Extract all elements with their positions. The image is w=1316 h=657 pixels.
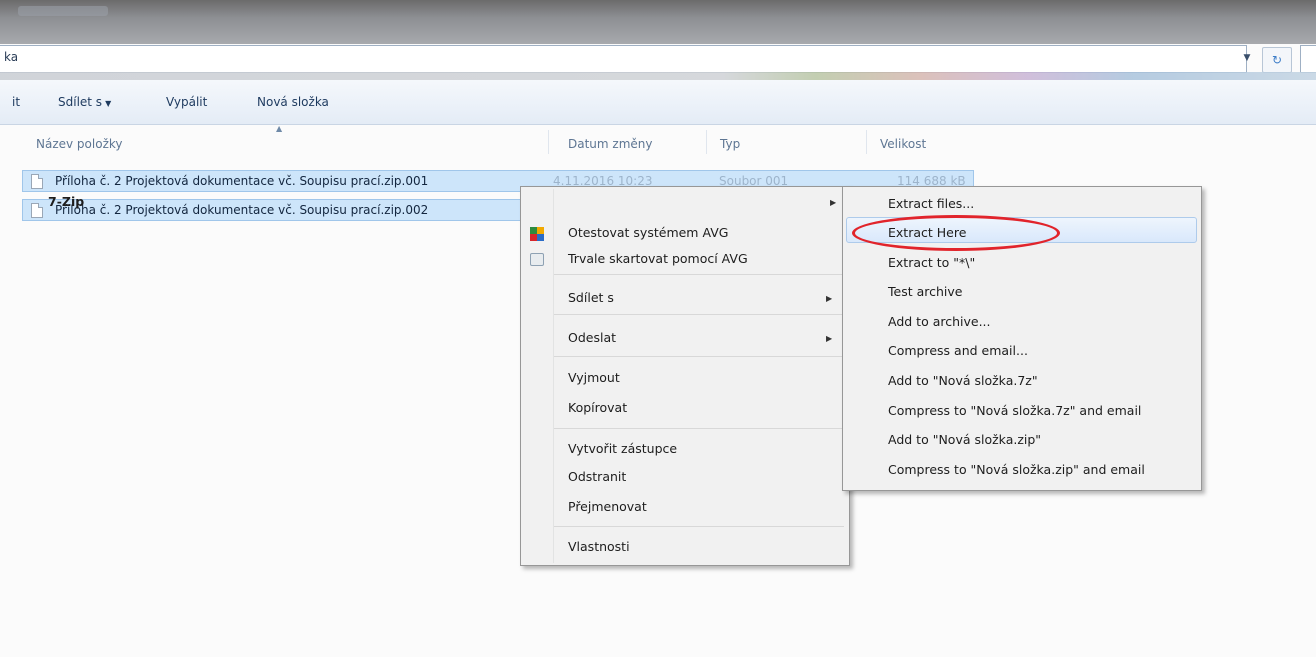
submenu-arrow-icon: ▶ [830, 198, 837, 207]
menu-item-avg-shred[interactable]: Trvale skartovat pomocí AVG [568, 251, 748, 266]
file-name: Příloha č. 2 Projektová dokumentace vč. … [55, 203, 429, 217]
menu-separator [554, 356, 844, 357]
submenu-item-compress-7z-email[interactable]: Compress to "Nová složka.7z" and email [888, 403, 1141, 418]
chevron-down-icon: ▼ [105, 99, 112, 108]
menu-item-properties[interactable]: Vlastnosti [568, 539, 630, 554]
avg-icon [530, 227, 544, 241]
column-header-size[interactable]: Velikost [880, 137, 926, 151]
submenu-item-extract-files[interactable]: Extract files... [888, 196, 974, 211]
background-strip [0, 72, 1316, 80]
title-bar-tab [18, 6, 108, 16]
menu-item-share-with[interactable]: Sdílet s [568, 290, 614, 305]
menu-item-rename[interactable]: Přejmenovat [568, 499, 647, 514]
column-divider[interactable] [866, 130, 867, 154]
menu-item-copy[interactable]: Kopírovat [568, 400, 627, 415]
share-with-label: Sdílet s [58, 95, 103, 109]
file-name: Příloha č. 2 Projektová dokumentace vč. … [55, 174, 429, 188]
submenu-item-add-zip[interactable]: Add to "Nová složka.zip" [888, 432, 1041, 447]
file-icon [31, 174, 43, 189]
submenu-item-add-to-archive[interactable]: Add to archive... [888, 314, 991, 329]
submenu-item-extract-to[interactable]: Extract to "*\" [888, 255, 975, 270]
share-with-button[interactable]: Sdílet s ▼ [58, 95, 111, 109]
red-annotation-circle [852, 215, 1060, 251]
window-title-bar [0, 0, 1316, 44]
column-divider[interactable] [706, 130, 707, 154]
submenu-arrow-icon: ▶ [826, 334, 833, 343]
menu-item-7zip[interactable]: 7-Zip [48, 194, 84, 209]
shredder-icon [530, 253, 544, 266]
search-box[interactable] [1300, 45, 1316, 73]
menu-item-cut[interactable]: Vyjmout [568, 370, 620, 385]
menu-icon-gutter [553, 189, 554, 563]
menu-item-avg-test[interactable]: Otestovat systémem AVG [568, 225, 728, 240]
submenu-item-compress-email[interactable]: Compress and email... [888, 343, 1028, 358]
sort-up-icon: ▲ [276, 124, 283, 133]
submenu-arrow-icon: ▶ [826, 294, 833, 303]
menu-item-create-shortcut[interactable]: Vytvořit zástupce [568, 441, 677, 456]
refresh-icon[interactable]: ↻ [1262, 47, 1292, 73]
menu-item-delete[interactable]: Odstranit [568, 469, 626, 484]
menu-separator [554, 428, 844, 429]
submenu-item-add-7z[interactable]: Add to "Nová složka.7z" [888, 373, 1038, 388]
menu-item-send-to[interactable]: Odeslat [568, 330, 616, 345]
submenu-item-compress-zip-email[interactable]: Compress to "Nová složka.zip" and email [888, 462, 1145, 477]
column-header-name[interactable]: Název položky [36, 137, 122, 151]
address-bar[interactable]: ka [0, 45, 1247, 73]
toolbar-truncated-item[interactable]: it [12, 95, 20, 109]
file-icon [31, 203, 43, 218]
submenu-item-test-archive[interactable]: Test archive [888, 284, 962, 299]
menu-separator [554, 526, 844, 527]
burn-button[interactable]: Vypálit [166, 95, 207, 109]
column-header-type[interactable]: Typ [720, 137, 740, 151]
address-text: ka [4, 50, 19, 64]
address-dropdown-icon[interactable]: ▼ [1238, 48, 1256, 68]
column-header-date[interactable]: Datum změny [568, 137, 653, 151]
new-folder-button[interactable]: Nová složka [257, 95, 329, 109]
column-divider[interactable] [548, 130, 549, 154]
menu-separator [554, 314, 844, 315]
menu-separator [554, 274, 844, 275]
